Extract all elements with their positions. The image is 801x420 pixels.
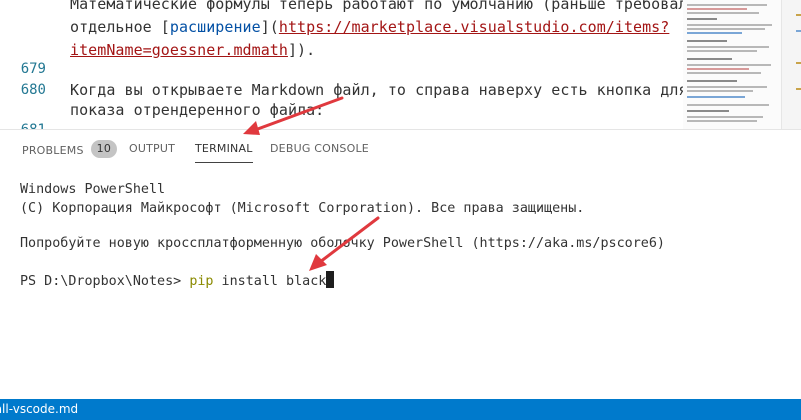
code-text: ](: [260, 18, 279, 36]
code-line: показа отрендеренного файла:: [70, 101, 324, 119]
code-line: отдельное [расширение](https://marketpla…: [70, 18, 669, 36]
tab-label: PROBLEMS: [22, 144, 84, 157]
tab-problems[interactable]: PROBLEMS 10: [22, 140, 118, 160]
terminal-line: Windows PowerShell: [20, 182, 166, 197]
code-line: Математические формулы теперь работают п…: [70, 0, 715, 13]
terminal-prompt-line[interactable]: PS D:\Dropbox\Notes> pip install black: [20, 271, 335, 289]
code-line: itemName=goessner.mdmath]).: [70, 41, 315, 59]
editor[interactable]: Математические формулы теперь работают п…: [0, 0, 801, 129]
line-number: 680: [20, 82, 46, 98]
code-line: Когда вы открываете Markdown файл, то сп…: [70, 81, 688, 99]
terminal-cursor: [326, 271, 335, 288]
code-text: отдельное [: [70, 18, 170, 36]
status-bar: tall-vscode.md: [0, 399, 801, 420]
markdown-link-text: расширение: [169, 18, 261, 36]
markdown-link-url[interactable]: itemName=goessner.mdmath: [70, 41, 288, 59]
tab-terminal[interactable]: TERMINAL: [195, 142, 253, 163]
line-number: 679: [20, 61, 46, 77]
terminal-line: Попробуйте новую кроссплатформенную обол…: [20, 236, 665, 251]
tab-label: DEBUG CONSOLE: [270, 142, 369, 155]
line-number: 681: [0, 122, 46, 129]
terminal-line: (C) Корпорация Майкрософт (Microsoft Cor…: [20, 201, 585, 216]
code-text: ]).: [287, 41, 316, 59]
panel-tabs: PROBLEMS 10 OUTPUT TERMINAL DEBUG CONSOLE: [0, 130, 801, 166]
bottom-panel: PROBLEMS 10 OUTPUT TERMINAL DEBUG CONSOLE…: [0, 129, 801, 400]
status-file-name[interactable]: tall-vscode.md: [0, 402, 78, 416]
terminal-args: install black: [213, 274, 327, 289]
tab-label: OUTPUT: [129, 142, 176, 155]
terminal-prompt: PS D:\Dropbox\Notes>: [20, 274, 190, 289]
tab-debug-console[interactable]: DEBUG CONSOLE: [270, 142, 369, 155]
terminal-command: pip: [189, 274, 214, 289]
tab-label: TERMINAL: [195, 142, 253, 155]
code-text: показа отрендеренного файла:: [70, 101, 325, 119]
minimap[interactable]: [683, 0, 781, 129]
editor-scrollbar[interactable]: [781, 0, 801, 129]
code-text: Когда вы открываете Markdown файл, то сп…: [70, 81, 688, 99]
problems-count-badge: 10: [90, 140, 118, 158]
code-text: Математические формулы теперь работают п…: [70, 0, 715, 13]
tab-output[interactable]: OUTPUT: [129, 142, 175, 155]
markdown-link-url[interactable]: https://marketplace.visualstudio.com/ite…: [279, 18, 669, 36]
